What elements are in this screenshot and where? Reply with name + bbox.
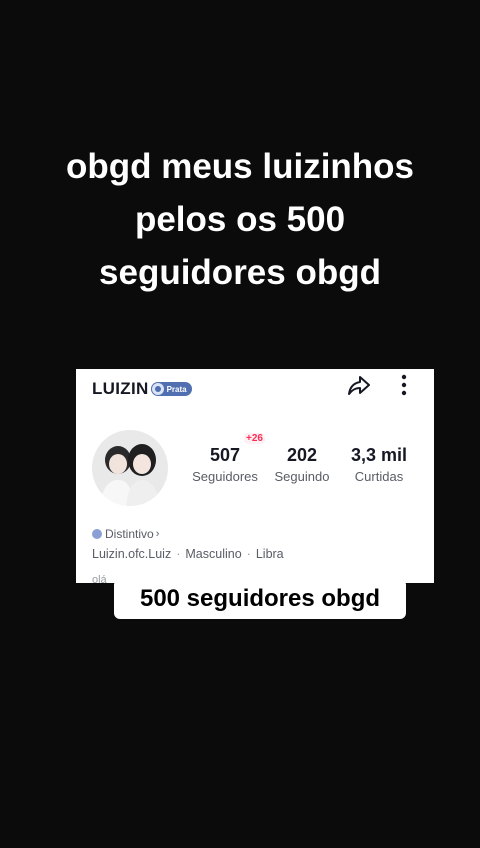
distintivo-label: Distintivo — [105, 527, 154, 541]
stat-value: 3,3 mil — [350, 445, 408, 465]
stat-label: Seguidores — [192, 469, 258, 484]
profile-handle: Luizin.ofc.Luiz — [92, 547, 172, 561]
caption-line: obgd meus luizinhos — [65, 147, 415, 186]
share-icon[interactable] — [346, 372, 372, 398]
avatar[interactable] — [92, 430, 168, 506]
username: LUIZIN — [92, 379, 149, 398]
text-sticker: 500 seguidores obgd — [114, 579, 406, 619]
sticker-text: 500 seguidores obgd — [139, 585, 381, 612]
stat-value: 507 — [209, 445, 241, 465]
stat-label: Curtidas — [354, 469, 404, 484]
profile-card: LUIZIN Prata +26 507 Seguidores 202 Segu… — [76, 369, 434, 583]
distintivo-link[interactable]: Distintivo › — [92, 527, 159, 541]
distintivo-icon — [92, 529, 102, 539]
badge-label: Prata — [166, 384, 187, 394]
caption: obgd meus luizinhos pelos os 500 seguido… — [0, 140, 480, 299]
separator: · — [176, 547, 181, 561]
profile-sign: Libra — [255, 547, 284, 561]
level-badge[interactable]: Prata — [150, 382, 192, 396]
profile-meta: Luizin.ofc.Luiz · Masculino · Libra — [92, 547, 284, 561]
profile-gender: Masculino — [185, 547, 242, 561]
badge-icon — [151, 383, 164, 395]
stat-followers[interactable]: 507 Seguidores — [188, 443, 262, 487]
more-options-icon[interactable] — [394, 372, 414, 398]
chevron-right-icon: › — [155, 528, 160, 540]
stat-following[interactable]: 202 Seguindo — [268, 443, 336, 487]
separator: · — [246, 547, 251, 561]
stat-label: Seguindo — [274, 469, 330, 484]
caption-line: pelos os 500 — [134, 200, 346, 239]
profile-header: LUIZIN Prata — [92, 374, 192, 404]
avatar-image — [92, 430, 168, 506]
bio-text: olá — [92, 574, 107, 583]
caption-line: seguidores obgd — [99, 253, 381, 292]
stat-value: 202 — [286, 445, 318, 465]
stat-likes[interactable]: 3,3 mil Curtidas — [342, 443, 416, 487]
